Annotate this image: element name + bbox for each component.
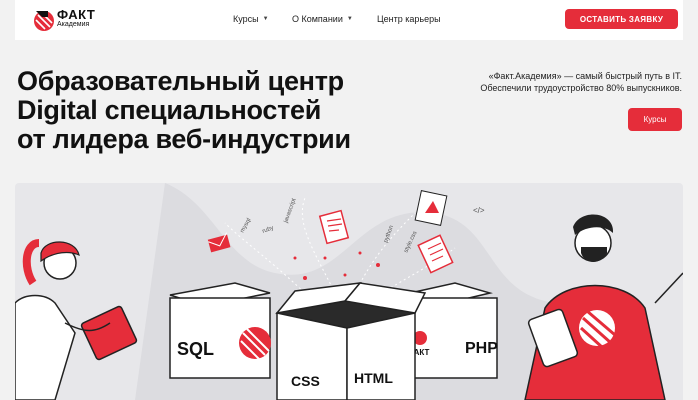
courses-button[interactable]: Курсы [628, 108, 682, 131]
logo-name[interactable]: ФАКТ [57, 8, 95, 21]
nav-courses[interactable]: Курсы ▼ [233, 14, 269, 24]
sql-box: SQL [169, 282, 271, 379]
floating-word: </> [473, 206, 485, 215]
floating-word: ruby [262, 225, 275, 235]
hero-description: «Факт.Академия» — самый быстрый путь в I… [480, 71, 682, 93]
title-line: Digital специальностей [17, 95, 322, 125]
chevron-down-icon: ▼ [262, 16, 269, 22]
title-line: от лидера веб-индустрии [17, 124, 351, 154]
chart-card-icon [414, 190, 448, 226]
site-header: ФАКТ Академия Курсы ▼ О Компании ▼ Центр… [15, 0, 683, 40]
woman-figure [15, 239, 138, 400]
chevron-down-icon: ▼ [346, 16, 353, 22]
open-box: CSS HTML [275, 282, 427, 400]
box-label: CSS [291, 373, 320, 389]
man-figure [524, 214, 683, 400]
title-line: Образовательный центр [17, 66, 344, 96]
submit-application-button[interactable]: ОСТАВИТЬ ЗАЯВКУ [565, 9, 678, 29]
nav-company-label: О Компании [292, 14, 343, 24]
hero-illustration: mysql javascript ruby python style.css <… [15, 183, 683, 400]
page-title: Образовательный центр Digital специально… [17, 67, 351, 154]
nav-career[interactable]: Центр карьеры [377, 14, 441, 24]
nav-company[interactable]: О Компании ▼ [292, 14, 353, 24]
box-label: HTML [354, 370, 393, 386]
illustration-svg: mysql javascript ruby python style.css <… [15, 183, 683, 400]
nav-courses-label: Курсы [233, 14, 259, 24]
box-label: PHP [465, 340, 498, 357]
box-label: SQL [177, 339, 214, 359]
floating-word: javascript [283, 198, 298, 225]
floating-word: mysql [240, 217, 253, 234]
document-icon [318, 209, 350, 245]
logo-subtitle: Академия [57, 21, 90, 28]
nav-career-label: Центр карьеры [377, 14, 441, 24]
